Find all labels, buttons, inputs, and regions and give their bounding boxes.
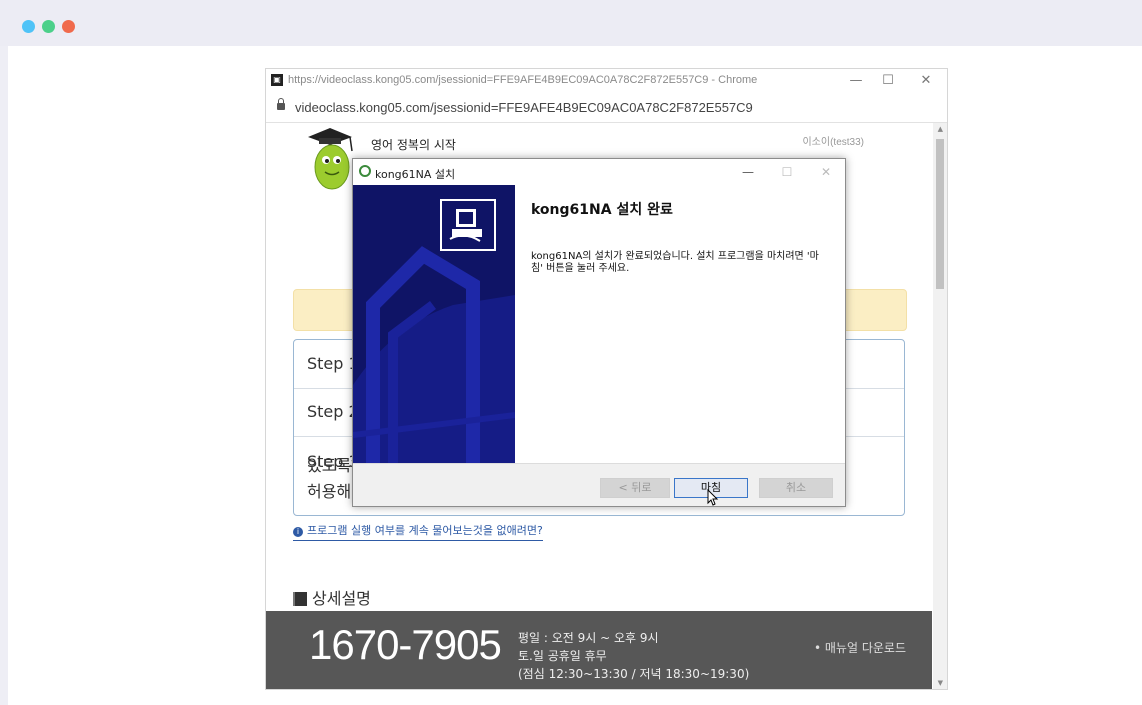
url-text[interactable]: videoclass.kong05.com/jsessionid=FFE9AFE… bbox=[295, 100, 753, 115]
hours-holiday: 토.일 공휴일 휴무 bbox=[518, 649, 607, 663]
installer-icon bbox=[359, 165, 371, 177]
window-title: https://videoclass.kong05.com/jsessionid… bbox=[288, 74, 758, 86]
support-footer: 1670-7905 평일 : 오전 9시 ~ 오후 9시 토.일 공휴일 휴무 … bbox=[266, 611, 932, 689]
dialog-title: kong61NA 설치 bbox=[375, 168, 456, 181]
site-favicon-icon: ▣ bbox=[271, 74, 283, 86]
dialog-message: kong61NA의 설치가 완료되었습니다. 설치 프로그램을 마치려면 '마침… bbox=[531, 251, 819, 274]
hours-break: (점심 12:30~13:30 / 저녁 18:30~19:30) bbox=[518, 667, 750, 681]
app-topbar bbox=[0, 0, 1142, 46]
minimize-button[interactable]: — bbox=[844, 71, 868, 91]
back-button: < 뒤로 bbox=[600, 478, 670, 498]
step-text-line2: 허용해 bbox=[307, 482, 352, 501]
detail-heading-text: 상세설명 bbox=[312, 589, 371, 608]
detail-heading: 상세설명 bbox=[293, 585, 371, 609]
scroll-down-icon[interactable]: ▼ bbox=[938, 679, 943, 687]
window-dot-green[interactable] bbox=[42, 20, 55, 33]
brand-slogan: 영어 정복의 시작 bbox=[371, 138, 456, 152]
address-bar[interactable]: videoclass.kong05.com/jsessionid=FFE9AFE… bbox=[266, 94, 947, 123]
window-dot-red[interactable] bbox=[62, 20, 75, 33]
page-scrollbar[interactable]: ▲ ▼ bbox=[933, 123, 947, 689]
help-link-text[interactable]: 프로그램 실행 여부를 계속 물어보는것을 없애려면? bbox=[307, 524, 543, 537]
dialog-button-bar: < 뒤로 마침 취소 bbox=[353, 463, 845, 506]
step-text-right: 있도록 bbox=[307, 456, 352, 475]
close-button[interactable]: ✕ bbox=[914, 71, 938, 91]
scroll-thumb[interactable] bbox=[936, 139, 944, 289]
computer-setup-icon bbox=[440, 199, 496, 251]
hours-weekday: 평일 : 오전 9시 ~ 오후 9시 bbox=[518, 631, 659, 645]
lock-icon bbox=[277, 98, 285, 110]
support-phone: 1670-7905 bbox=[309, 621, 502, 668]
mouse-cursor-icon bbox=[707, 489, 719, 506]
help-link[interactable]: i 프로그램 실행 여부를 계속 물어보는것을 없애려면? bbox=[293, 522, 543, 541]
dialog-titlebar: kong61NA 설치 — ☐ ✕ bbox=[353, 159, 845, 185]
dialog-close-button[interactable]: ✕ bbox=[815, 162, 837, 182]
step-label: Step 2 bbox=[307, 402, 359, 421]
book-icon bbox=[293, 592, 307, 606]
scroll-up-icon[interactable]: ▲ bbox=[938, 125, 943, 133]
chrome-titlebar: ▣ https://videoclass.kong05.com/jsession… bbox=[266, 69, 947, 93]
dialog-minimize-button[interactable]: — bbox=[737, 162, 759, 182]
maximize-button[interactable]: ☐ bbox=[876, 71, 900, 91]
window-dot-blue[interactable] bbox=[22, 20, 35, 33]
installer-dialog: kong61NA 설치 — ☐ ✕ kong61NA 설치 완료 kong61N… bbox=[352, 158, 846, 507]
dialog-maximize-button: ☐ bbox=[781, 165, 793, 179]
user-name[interactable]: 이소이(test33) bbox=[802, 133, 864, 148]
dialog-heading: kong61NA 설치 완료 bbox=[531, 202, 673, 218]
manual-download-link[interactable]: • 매뉴얼 다운로드 bbox=[814, 639, 906, 656]
info-icon: i bbox=[293, 527, 303, 537]
installer-banner bbox=[353, 185, 515, 463]
cancel-button: 취소 bbox=[759, 478, 833, 498]
step-label: Step 1 bbox=[307, 354, 359, 373]
